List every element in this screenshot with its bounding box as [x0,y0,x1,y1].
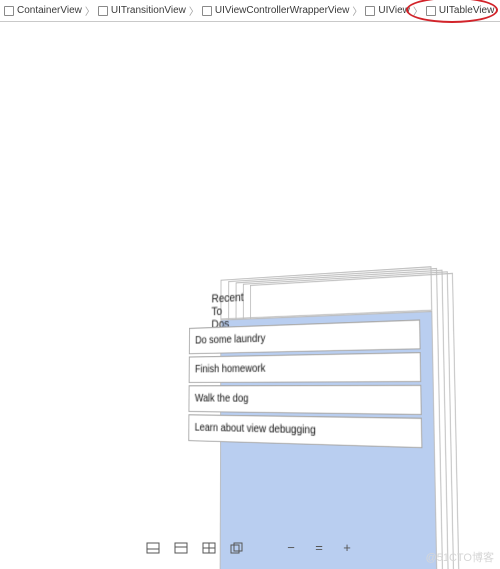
zoom-out-button[interactable]: − [284,540,298,555]
view-icon [98,6,108,16]
crumb-uiviewcontrollerwrapperview[interactable]: UIViewControllerWrapperView [200,5,352,16]
cell-text: Finish homework [195,362,265,375]
table-row[interactable]: Walk the dog [188,384,421,415]
view-grid-button[interactable] [202,542,216,554]
chevron-right-icon: 〉 [188,3,200,18]
chevron-right-icon: 〉 [84,3,96,18]
crumb-label: UIViewControllerWrapperView [215,5,350,16]
view-icon [4,6,14,16]
crumb-label: UIView [378,5,410,16]
layer-uinavigationbar[interactable] [220,266,432,319]
crumb-label: UITableView [439,5,494,16]
breadcrumb: ContainerView 〉 UITransitionView 〉 UIVie… [0,0,500,22]
view-icon [365,6,375,16]
crumb-uitableview[interactable]: UITableView [424,5,496,16]
crumb-containerview[interactable]: ContainerView [2,5,84,16]
chevron-right-icon: 〉 [351,3,363,18]
crumb-label: UITransitionView [111,5,186,16]
cell-text: Walk the dog [195,392,249,404]
crumb-uiview[interactable]: UIView [363,5,412,16]
zoom-reset-button[interactable]: = [312,540,326,555]
crumb-uitransitionview[interactable]: UITransitionView [96,5,188,16]
watermark: @51CTO博客 [426,549,494,565]
crumb-label: ContainerView [17,5,82,16]
zoom-in-button[interactable]: + [340,540,354,555]
cell-text: Do some laundry [195,332,265,346]
view-2d-button[interactable] [146,542,160,554]
table-row[interactable]: Finish homework [189,351,422,382]
cell-text: Learn about view debugging [195,421,316,436]
view-stacked-button[interactable] [230,542,244,554]
view-debugger-canvas[interactable]: Recent To Dos Do some laundry Finish hom… [0,60,500,509]
view-icon [426,6,436,16]
chevron-right-icon: 〉 [412,3,424,18]
view-icon [202,6,212,16]
view-3d-button[interactable] [174,542,188,554]
